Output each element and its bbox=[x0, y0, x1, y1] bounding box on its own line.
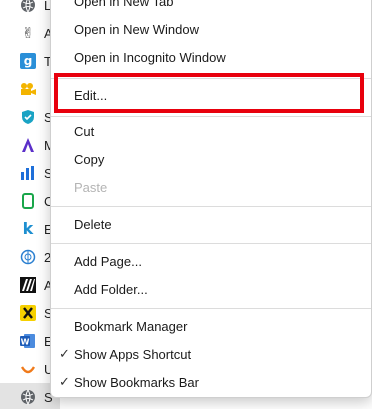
globe-icon bbox=[19, 388, 37, 406]
menu-item-label: Add Folder... bbox=[74, 282, 148, 297]
menu-separator bbox=[51, 243, 371, 244]
menu-item-edit[interactable]: Edit... bbox=[51, 83, 371, 109]
menu-item-paste: Paste bbox=[51, 175, 371, 201]
stripes-logo-icon bbox=[19, 276, 37, 294]
menu-item-label: Show Apps Shortcut bbox=[74, 347, 192, 362]
menu-separator bbox=[51, 308, 371, 309]
menu-item-add-page[interactable]: Add Page... bbox=[51, 249, 371, 275]
menu-item-bookmark-manager[interactable]: Bookmark Manager bbox=[51, 314, 371, 340]
svg-text:g: g bbox=[24, 54, 33, 68]
phone-outline-icon bbox=[19, 192, 37, 210]
menu-separator bbox=[51, 206, 371, 207]
checkmark-icon: ✓ bbox=[59, 375, 70, 390]
menu-item-show-apps-shortcut[interactable]: ✓ Show Apps Shortcut bbox=[51, 342, 371, 368]
menu-item-label: Copy bbox=[74, 152, 105, 167]
menu-item-label: Delete bbox=[74, 217, 112, 232]
k-letter-icon: k bbox=[22, 219, 34, 238]
peace-hand-icon: ✌ bbox=[21, 24, 35, 42]
menu-item-cut[interactable]: Cut bbox=[51, 119, 371, 145]
menu-item-label: Open in New Window bbox=[74, 22, 199, 37]
menu-item-open-incognito[interactable]: Open in Incognito Window bbox=[51, 45, 371, 71]
menu-item-label: Cut bbox=[74, 124, 95, 139]
un-emblem-icon bbox=[19, 248, 37, 266]
bookmark-context-menu: Open in New Tab Open in New Window Open … bbox=[50, 0, 372, 398]
menu-item-label: Paste bbox=[74, 180, 108, 195]
svg-text:W: W bbox=[21, 338, 30, 347]
menu-item-open-new-window[interactable]: Open in New Window bbox=[51, 17, 371, 43]
shield-icon bbox=[19, 108, 37, 126]
menu-separator bbox=[51, 78, 371, 79]
menu-item-label: Open in New Tab bbox=[74, 0, 174, 9]
menu-item-label: Add Page... bbox=[74, 254, 142, 269]
menu-item-show-bookmarks-bar[interactable]: ✓ Show Bookmarks Bar bbox=[51, 370, 371, 396]
screen: L ✌ A g T S M bbox=[0, 0, 372, 409]
menu-separator bbox=[51, 116, 371, 117]
g-square-icon: g bbox=[19, 52, 37, 70]
menu-item-open-new-tab[interactable]: Open in New Tab bbox=[51, 0, 371, 15]
menu-item-label: Bookmark Manager bbox=[74, 319, 188, 334]
menu-item-label: Open in Incognito Window bbox=[74, 50, 226, 65]
menu-item-add-folder[interactable]: Add Folder... bbox=[51, 277, 371, 303]
menu-item-copy[interactable]: Copy bbox=[51, 147, 371, 173]
word-icon: W bbox=[19, 332, 37, 350]
bar-chart-icon bbox=[19, 164, 37, 182]
menu-item-delete[interactable]: Delete bbox=[51, 212, 371, 238]
menu-item-label: Show Bookmarks Bar bbox=[74, 375, 199, 390]
globe-icon bbox=[19, 0, 37, 14]
checkmark-icon: ✓ bbox=[59, 347, 70, 362]
swoosh-icon bbox=[19, 360, 37, 378]
menu-item-label: Edit... bbox=[74, 88, 108, 103]
a-logo-icon bbox=[19, 136, 37, 154]
camera-icon bbox=[19, 80, 37, 98]
x-yellow-icon bbox=[19, 304, 37, 322]
